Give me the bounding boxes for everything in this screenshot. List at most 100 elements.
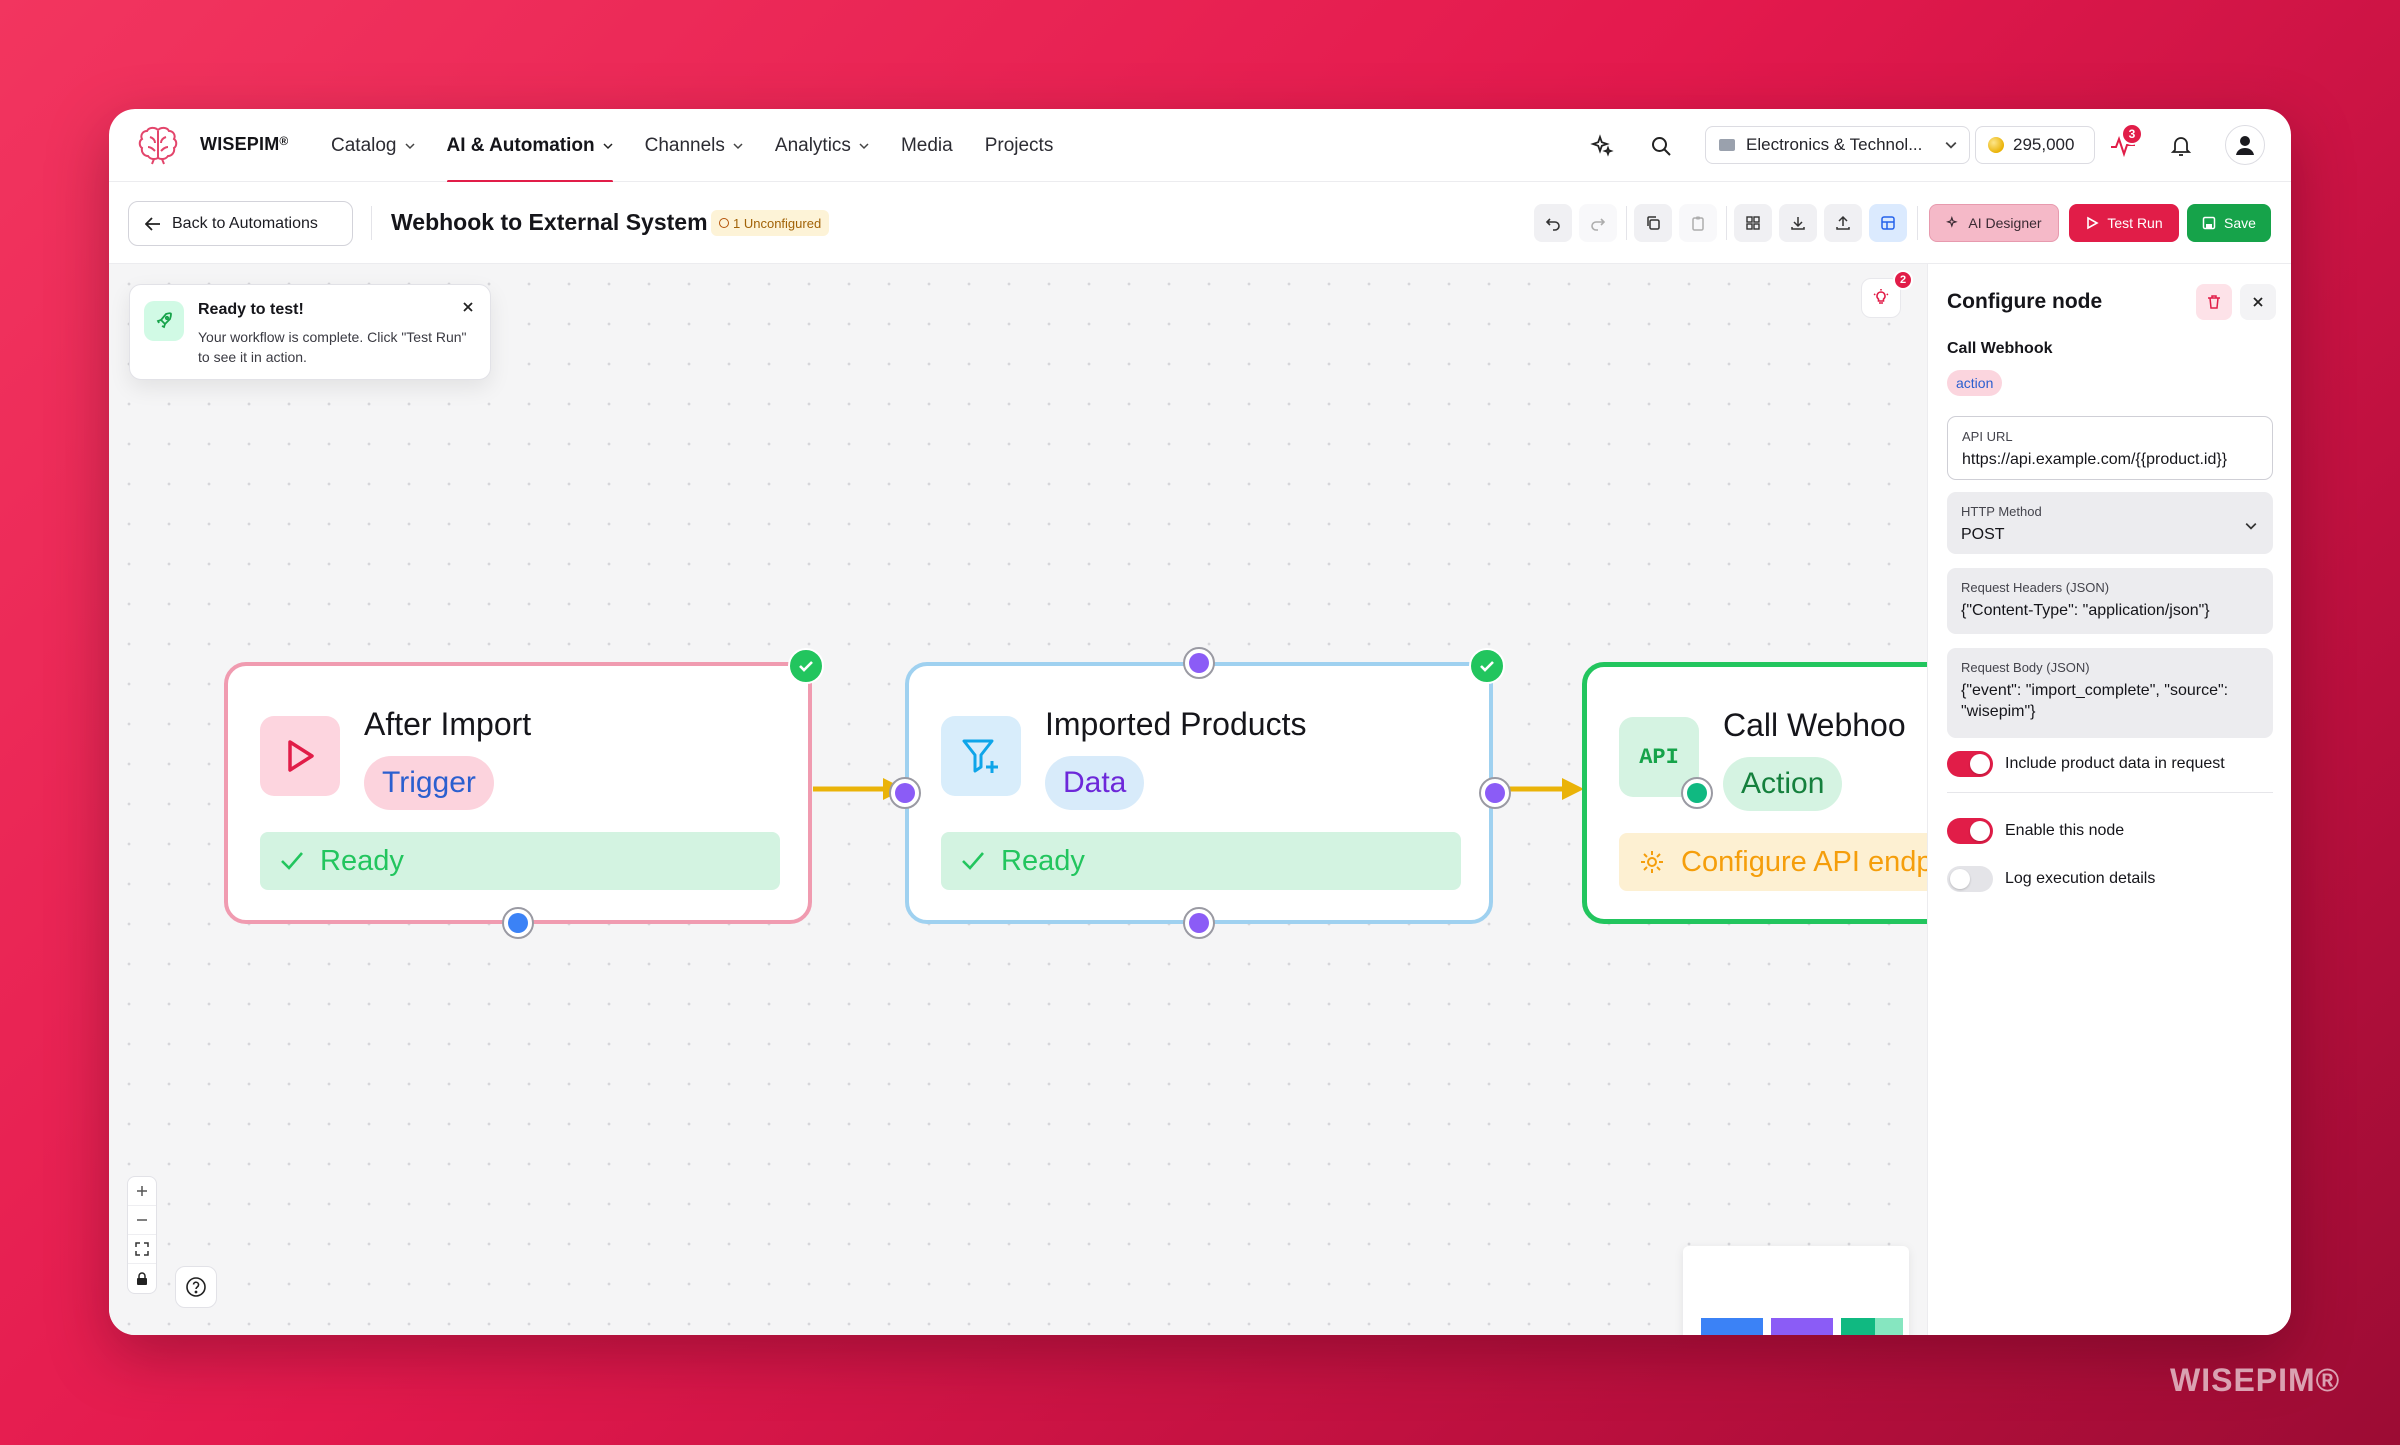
play-icon xyxy=(260,716,340,796)
request-headers-value[interactable]: {"Content-Type": "application/json"} xyxy=(1961,600,2259,621)
redo-button[interactable] xyxy=(1579,204,1617,242)
node-input-handle[interactable] xyxy=(889,777,921,809)
node-title: Imported Products xyxy=(1045,706,1307,742)
redo-icon xyxy=(1591,218,1606,231)
nav-catalog-label: Catalog xyxy=(331,134,397,156)
workflow-canvas[interactable]: Ready to test! Your workflow is complete… xyxy=(109,264,1927,1335)
toggle-include-product-data[interactable]: Include product data in request xyxy=(1947,751,2225,777)
toggle-switch[interactable] xyxy=(1947,866,1993,892)
download-button[interactable] xyxy=(1779,204,1817,242)
undo-icon xyxy=(1545,218,1560,231)
divider xyxy=(1947,792,2273,793)
save-button[interactable]: Save xyxy=(2187,204,2271,242)
nav-catalog[interactable]: Catalog xyxy=(315,109,431,182)
play-icon xyxy=(2087,216,2100,230)
toggle-label: Log execution details xyxy=(2005,870,2156,887)
close-icon[interactable] xyxy=(460,299,476,315)
rocket-icon xyxy=(144,301,184,341)
node-status-label: Ready xyxy=(320,844,404,877)
toast-title: Ready to test! xyxy=(198,301,304,318)
workflow-title[interactable]: Webhook to External System xyxy=(391,209,708,236)
test-run-button[interactable]: Test Run xyxy=(2069,204,2179,242)
hints-badge: 2 xyxy=(1893,270,1913,290)
fullscreen-icon xyxy=(135,1242,149,1256)
divider xyxy=(1626,206,1627,240)
auto-layout-button[interactable] xyxy=(1734,204,1772,242)
lock-button[interactable] xyxy=(128,1264,156,1293)
zoom-in-button[interactable] xyxy=(128,1177,156,1206)
layout-icon xyxy=(1881,216,1895,230)
copy-button[interactable] xyxy=(1634,204,1672,242)
help-button[interactable] xyxy=(175,1266,217,1308)
minimap-viewport xyxy=(1875,1318,1903,1335)
chevron-down-icon xyxy=(603,142,613,149)
toast-message: Your workflow is complete. Click "Test R… xyxy=(198,329,467,365)
nav-ai-automation-label: AI & Automation xyxy=(446,134,595,156)
upload-button[interactable] xyxy=(1824,204,1862,242)
filter-plus-icon xyxy=(941,716,1021,796)
node-input-handle[interactable] xyxy=(1681,777,1713,809)
http-method-select[interactable]: HTTP Method POST xyxy=(1947,492,2273,554)
back-to-automations-button[interactable]: Back to Automations xyxy=(128,201,353,246)
node-imported-products[interactable]: Imported Products Data Ready xyxy=(905,662,1493,924)
templates-button[interactable] xyxy=(1869,204,1907,242)
lightbulb-icon xyxy=(1873,289,1889,304)
nav-channels[interactable]: Channels xyxy=(629,109,759,182)
ready-toast: Ready to test! Your workflow is complete… xyxy=(129,284,491,380)
check-icon xyxy=(281,852,303,870)
request-body-value[interactable]: {"event": "import_complete", "source": "… xyxy=(1961,680,2259,722)
node-top-handle[interactable] xyxy=(1183,647,1215,679)
request-headers-field[interactable]: Request Headers (JSON) {"Content-Type": … xyxy=(1947,568,2273,634)
node-bottom-handle[interactable] xyxy=(502,907,534,939)
watermark: WISEPIM® xyxy=(2170,1362,2341,1398)
node-status: Configure API endp xyxy=(1619,833,1927,891)
node-type-pill: Trigger xyxy=(364,756,494,810)
store-selector[interactable]: Electronics & Technol... xyxy=(1705,126,1970,164)
node-type-tag: action xyxy=(1947,370,2003,396)
minimap-node-trigger xyxy=(1701,1318,1763,1335)
check-icon xyxy=(962,852,984,870)
node-call-webhook[interactable]: API Call Webhoo Action Configure API end… xyxy=(1582,662,1927,924)
node-status-label: Ready xyxy=(1001,844,1085,877)
undo-button[interactable] xyxy=(1534,204,1572,242)
toggle-switch[interactable] xyxy=(1947,751,1993,777)
node-status-label: Configure API endp xyxy=(1681,845,1927,878)
check-circle-icon xyxy=(788,648,824,684)
toggle-label: Enable this node xyxy=(2005,822,2125,839)
paste-button[interactable] xyxy=(1679,204,1717,242)
api-url-field[interactable]: API URL https://api.example.com/{{produc… xyxy=(1947,416,2273,480)
credits-balance[interactable]: 295,000 xyxy=(1975,126,2095,164)
fit-view-button[interactable] xyxy=(128,1235,156,1264)
zoom-controls xyxy=(127,1176,157,1294)
user-avatar[interactable] xyxy=(2225,125,2265,165)
divider xyxy=(1726,206,1727,240)
toggle-log-execution[interactable]: Log execution details xyxy=(1947,866,2155,892)
nav-projects[interactable]: Projects xyxy=(969,109,1070,182)
nav-media[interactable]: Media xyxy=(885,109,969,182)
request-body-field[interactable]: Request Body (JSON) {"event": "import_co… xyxy=(1947,648,2273,738)
node-bottom-handle[interactable] xyxy=(1183,907,1215,939)
nav-analytics[interactable]: Analytics xyxy=(759,109,885,182)
sparkles-icon xyxy=(1946,216,1959,228)
search-icon[interactable] xyxy=(1644,129,1678,163)
chevron-down-icon xyxy=(1945,141,1957,149)
http-method-value: POST xyxy=(1961,526,2005,543)
node-name: Call Webhook xyxy=(1947,340,2053,357)
delete-node-button[interactable] xyxy=(2196,284,2232,320)
help-circle-icon xyxy=(186,1277,206,1297)
toggle-switch[interactable] xyxy=(1947,818,1993,844)
api-url-value[interactable]: https://api.example.com/{{product.id}} xyxy=(1962,449,2258,470)
zoom-out-button[interactable] xyxy=(128,1206,156,1235)
panel-title: Configure node xyxy=(1947,290,2103,313)
close-panel-button[interactable] xyxy=(2240,284,2276,320)
sparkles-icon[interactable] xyxy=(1585,129,1619,163)
node-output-handle[interactable] xyxy=(1479,777,1511,809)
brain-logo-icon[interactable] xyxy=(137,125,179,165)
minimap[interactable] xyxy=(1683,1246,1909,1335)
node-after-import[interactable]: After Import Trigger Ready xyxy=(224,662,812,924)
bell-icon[interactable] xyxy=(2164,129,2198,163)
nav-ai-automation[interactable]: AI & Automation xyxy=(431,109,629,183)
divider xyxy=(1917,206,1918,240)
toggle-enable-node[interactable]: Enable this node xyxy=(1947,818,2124,844)
ai-designer-button[interactable]: AI Designer xyxy=(1929,204,2059,242)
